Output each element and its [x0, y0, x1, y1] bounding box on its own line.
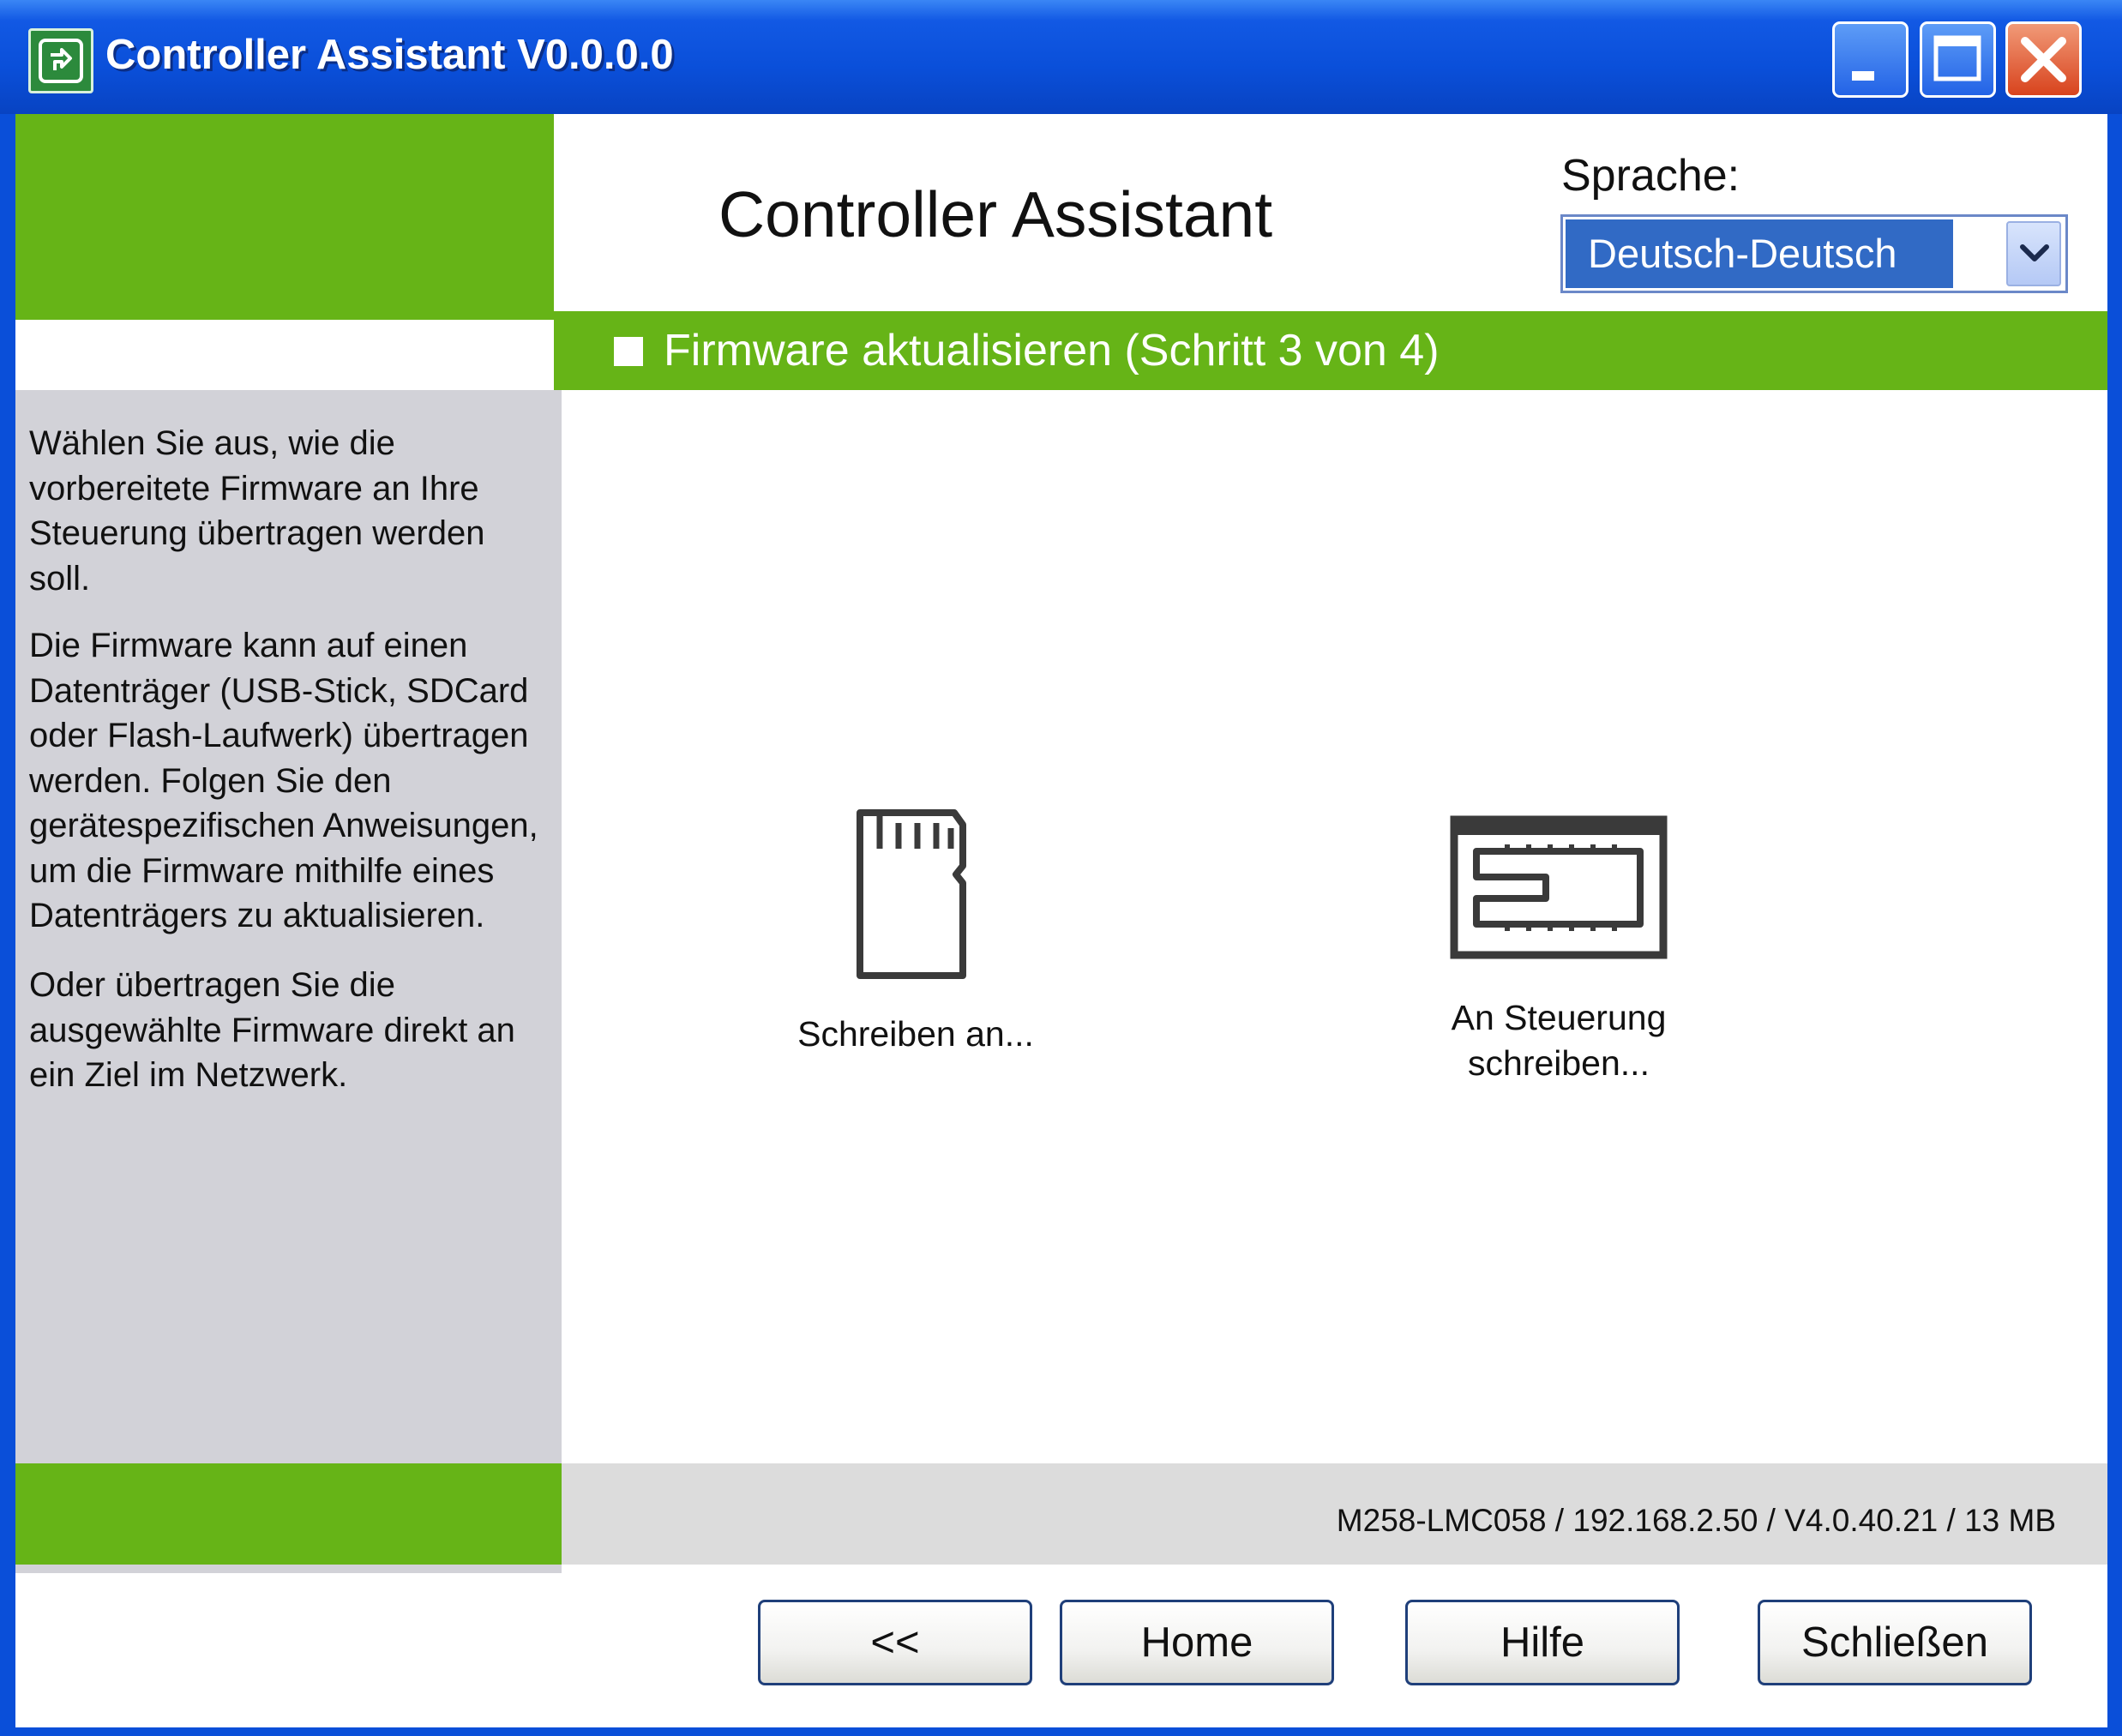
maximize-icon — [1933, 35, 1981, 81]
step-square-icon — [614, 337, 643, 366]
write-to-controller-label-line2: schreiben... — [1468, 1043, 1650, 1083]
home-button[interactable]: Home — [1060, 1600, 1334, 1685]
write-to-controller-label-line1: An Steuerung — [1451, 998, 1667, 1037]
status-bar: M258-LMC058 / 192.168.2.50 / V4.0.40.21 … — [562, 1463, 2107, 1565]
brand-footer-block — [15, 1463, 562, 1565]
minimize-button[interactable] — [1832, 21, 1909, 98]
language-label: Sprache: — [1561, 151, 1740, 201]
page-title: Controller Assistant — [718, 178, 1273, 250]
chevron-down-icon — [2020, 244, 2049, 261]
close-window-button[interactable] — [2005, 21, 2082, 98]
back-button[interactable]: << — [758, 1600, 1032, 1685]
window-title: Controller Assistant V0.0.0.0 — [105, 32, 674, 78]
maximize-button[interactable] — [1920, 21, 1996, 98]
brand-block — [15, 114, 554, 320]
close-button[interactable]: Schließen — [1758, 1600, 2032, 1685]
language-selected-value: Deutsch-Deutsch — [1566, 219, 1953, 288]
sd-card-icon — [857, 809, 966, 979]
app-icon — [28, 28, 93, 93]
client-area: Controller Assistant Sprache: Deutsch-De… — [15, 114, 2107, 1727]
write-to-controller-option[interactable]: An Steuerung schreiben... — [1387, 813, 1730, 1086]
title-bar[interactable]: Controller Assistant V0.0.0.0 — [0, 0, 2122, 114]
language-select[interactable]: Deutsch-Deutsch — [1560, 214, 2068, 293]
language-dropdown-button[interactable] — [2006, 221, 2061, 286]
instructions-panel: Wählen Sie aus, wie die vorbereitete Fir… — [15, 390, 562, 1573]
step-title: Firmware aktualisieren (Schritt 3 von 4) — [664, 326, 1440, 375]
help-button[interactable]: Hilfe — [1405, 1600, 1680, 1685]
instruction-paragraph: Oder übertragen Sie die ausgewählte Firm… — [29, 966, 515, 1094]
write-to-media-label: Schreiben an... — [797, 1014, 1034, 1054]
controller-icon — [1450, 815, 1668, 959]
instruction-paragraph: Die Firmware kann auf einen Datenträger … — [29, 627, 538, 934]
write-to-media-option[interactable]: Schreiben an... — [778, 804, 1053, 1057]
step-header: Firmware aktualisieren (Schritt 3 von 4) — [554, 311, 2107, 390]
instruction-paragraph: Wählen Sie aus, wie die vorbereitete Fir… — [29, 424, 485, 598]
close-icon — [2021, 37, 2066, 82]
application-window: Controller Assistant V0.0.0.0 Controller… — [0, 0, 2122, 1736]
minimize-icon — [1852, 71, 1874, 81]
device-status-text: M258-LMC058 / 192.168.2.50 / V4.0.40.21 … — [1336, 1503, 2056, 1538]
